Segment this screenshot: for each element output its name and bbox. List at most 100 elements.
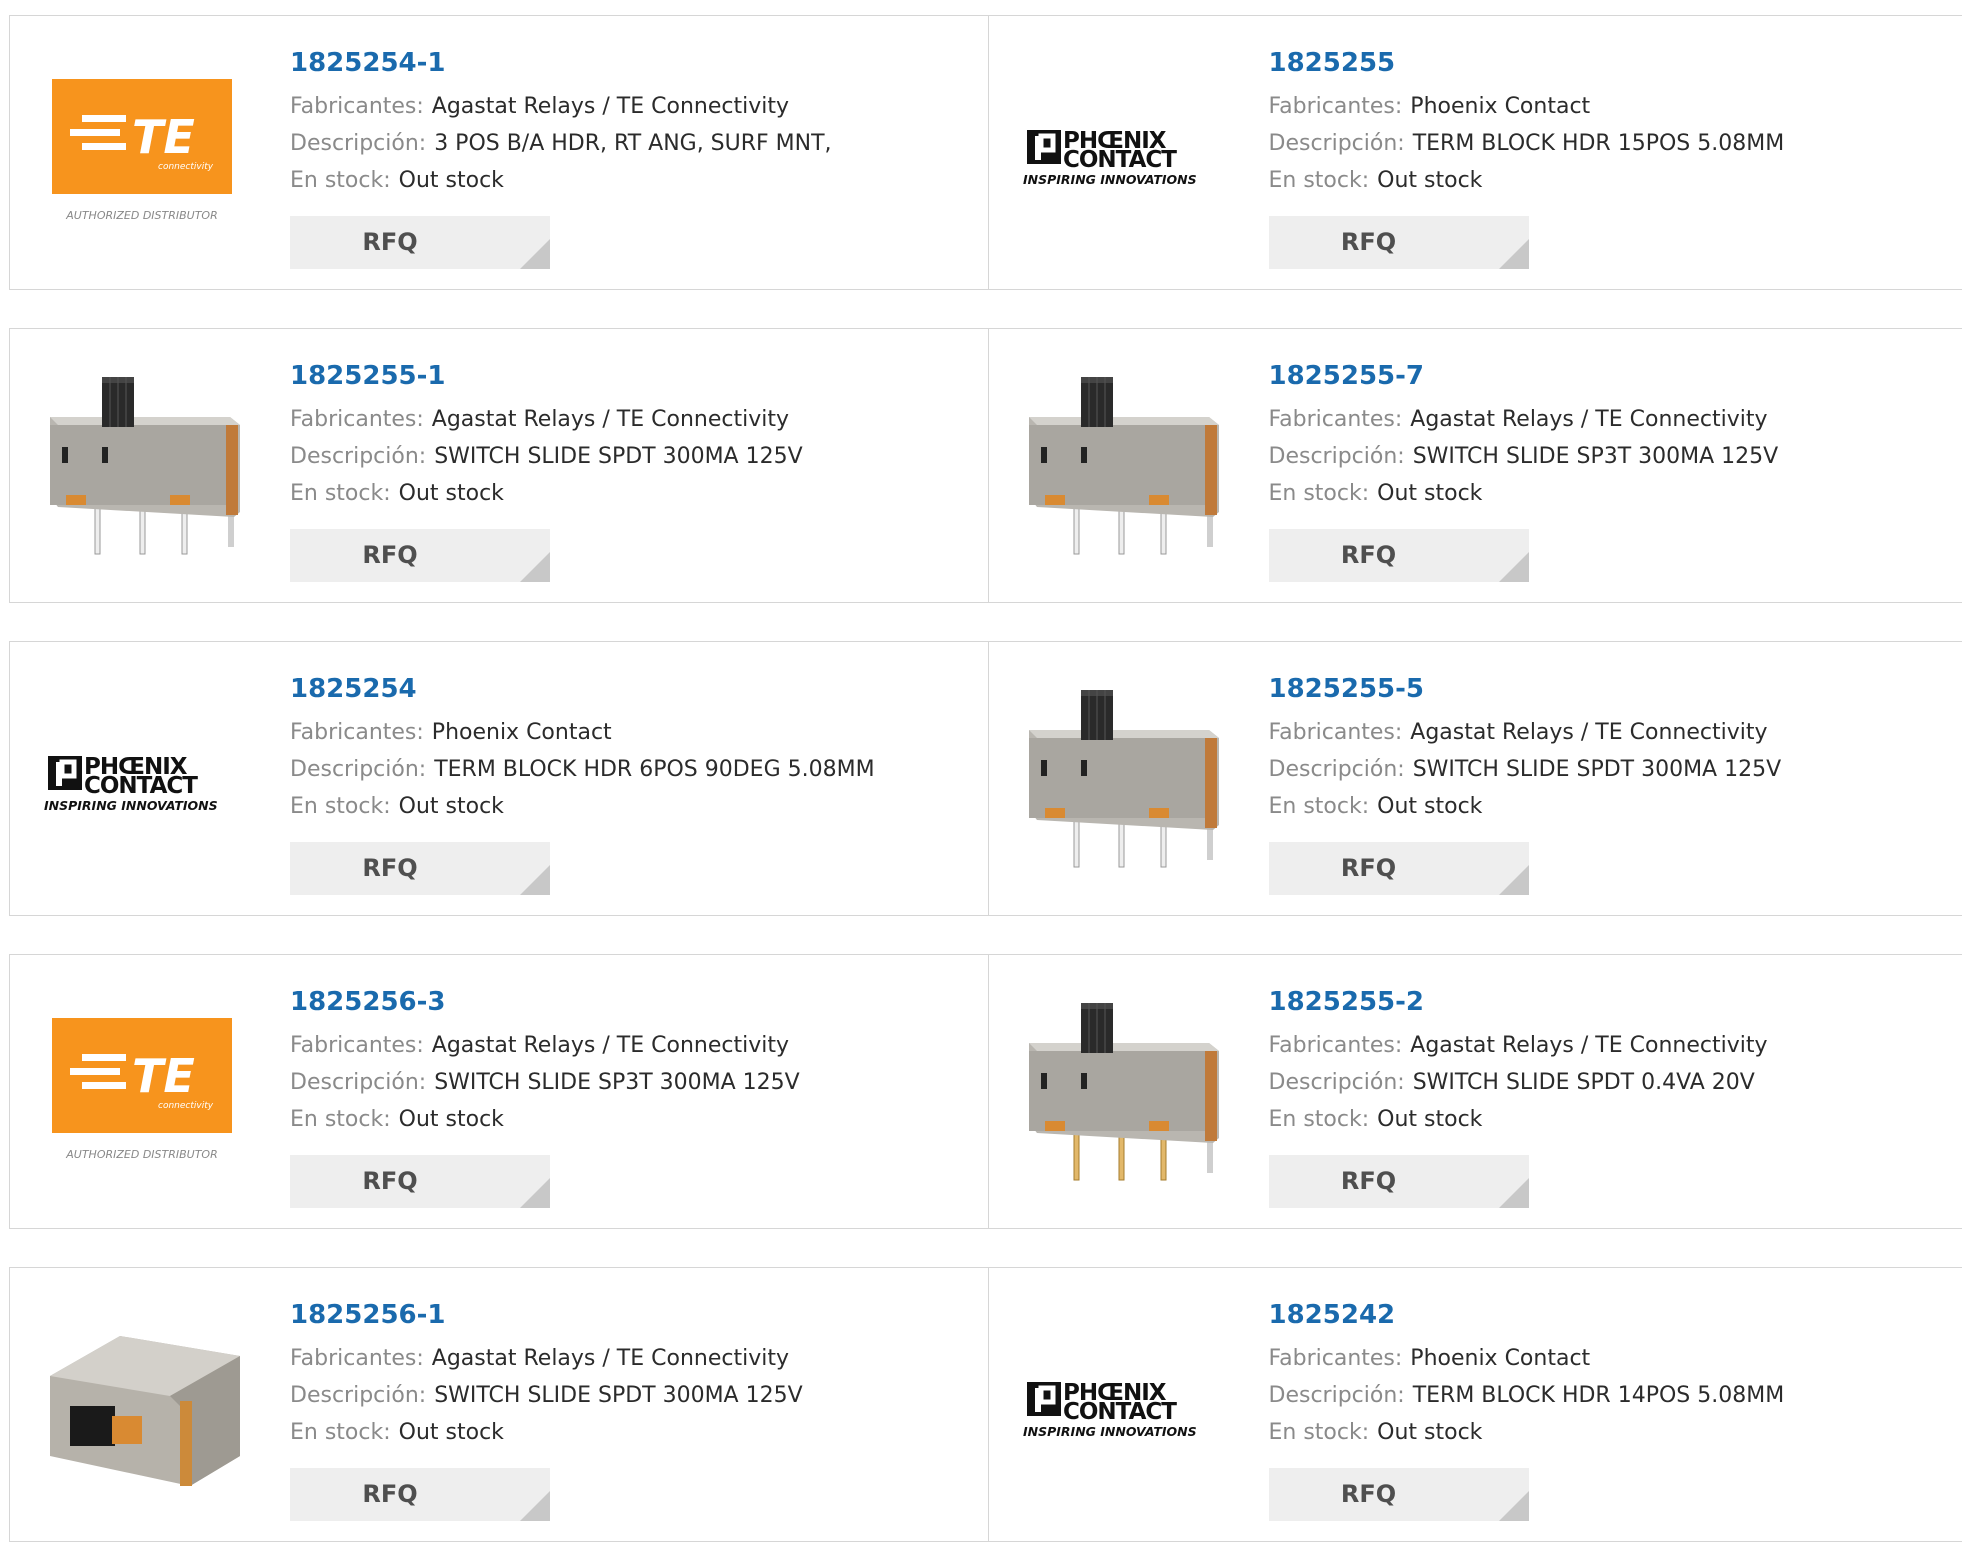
product-image[interactable]: [40, 367, 245, 567]
part-number-link[interactable]: 1825242: [1269, 1298, 1785, 1332]
te-connectivity-logo: TE connectivity AUTHORIZED DISTRIBUTOR: [52, 1018, 232, 1161]
stock-label: En stock:: [1268, 1420, 1370, 1445]
stock: En stock: Out stock: [290, 475, 803, 512]
part-number-link[interactable]: 1825256-3: [290, 985, 800, 1019]
product-info: 1825242 Fabricantes: Phoenix Contact Descri…: [1269, 1298, 1785, 1451]
manufacturer-value: Agastat Relays / TE Connectivity: [431, 94, 789, 119]
description: Descripción: SWITCH SLIDE SPDT 0.4VA 20V: [1269, 1064, 1768, 1101]
rfq-button[interactable]: RFQ: [1268, 1468, 1529, 1521]
slide-switch-photo: [1028, 377, 1219, 555]
manufacturer-value: Agastat Relays / TE Connectivity: [1410, 407, 1768, 432]
product-image[interactable]: PHŒNIX CONTACT INSPIRING INNOVATIONS: [1019, 1306, 1224, 1506]
part-number-link[interactable]: 1825254-1: [290, 46, 832, 80]
product-row: 1825255-1 Fabricantes: Agastat Relays / TE…: [9, 328, 1962, 603]
product-image[interactable]: [1019, 680, 1224, 880]
description-label: Descripción:: [1268, 131, 1405, 156]
manufacturer-label: Fabricantes:: [1268, 720, 1403, 745]
product-image[interactable]: TE connectivity AUTHORIZED DISTRIBUTOR: [40, 54, 245, 254]
stock-label: En stock:: [1268, 794, 1370, 819]
product-image[interactable]: PHŒNIX CONTACT INSPIRING INNOVATIONS: [1019, 54, 1224, 254]
description: Descripción: SWITCH SLIDE SPDT 300MA 125V: [1269, 751, 1782, 788]
phoenix-contact-logo: PHŒNIX CONTACT INSPIRING INNOVATIONS: [44, 754, 218, 813]
description-value: SWITCH SLIDE SP3T 300MA 125V: [434, 1070, 800, 1095]
description-label: Descripción:: [290, 1383, 427, 1408]
product-info: 1825256-3 Fabricantes: Agastat Relays / TE…: [290, 985, 800, 1138]
rfq-button[interactable]: RFQ: [290, 529, 550, 582]
description-label: Descripción:: [290, 1070, 427, 1095]
product-card: PHŒNIX CONTACT INSPIRING INNOVATIONS 182…: [987, 16, 1962, 289]
product-image[interactable]: [1019, 993, 1224, 1193]
stock-label: En stock:: [1268, 481, 1370, 506]
rfq-button[interactable]: RFQ: [1268, 216, 1529, 269]
stock-value: Out stock: [398, 1420, 504, 1445]
manufacturer-label: Fabricantes:: [290, 1346, 424, 1371]
stock-value: Out stock: [398, 794, 504, 819]
manufacturer-label: Fabricantes:: [1268, 407, 1403, 432]
rfq-button[interactable]: RFQ: [1268, 529, 1529, 582]
rfq-button[interactable]: RFQ: [1268, 1155, 1529, 1208]
product-card: 1825255-5 Fabricantes: Agastat Relays / TE…: [987, 642, 1962, 915]
part-number-link[interactable]: 1825255-2: [1269, 985, 1768, 1019]
rfq-button[interactable]: RFQ: [290, 1468, 550, 1521]
svg-text:INSPIRING INNOVATIONS: INSPIRING INNOVATIONS: [1023, 1424, 1197, 1439]
part-number-link[interactable]: 1825254: [290, 672, 875, 706]
stock: En stock: Out stock: [1269, 475, 1779, 512]
part-number-link[interactable]: 1825255: [1269, 46, 1785, 80]
product-card: 1825255-1 Fabricantes: Agastat Relays / TE…: [10, 329, 988, 602]
stock-value: Out stock: [1377, 168, 1483, 193]
stock-label: En stock:: [1268, 168, 1370, 193]
svg-text:connectivity: connectivity: [158, 1101, 214, 1111]
stock-label: En stock:: [290, 1107, 391, 1132]
svg-text:CONTACT: CONTACT: [1063, 1399, 1177, 1425]
rfq-button[interactable]: RFQ: [290, 1155, 550, 1208]
rfq-button[interactable]: RFQ: [290, 216, 550, 269]
rfq-button[interactable]: RFQ: [290, 842, 550, 895]
manufacturer-value: Agastat Relays / TE Connectivity: [431, 1346, 789, 1371]
rfq-button-label: RFQ: [1340, 541, 1397, 569]
rfq-button-label: RFQ: [1340, 1167, 1397, 1195]
part-number-link[interactable]: 1825255-5: [1269, 672, 1782, 706]
description-value: SWITCH SLIDE SPDT 0.4VA 20V: [1412, 1070, 1755, 1095]
product-card: PHŒNIX CONTACT INSPIRING INNOVATIONS 182…: [987, 1268, 1962, 1541]
product-image[interactable]: PHŒNIX CONTACT INSPIRING INNOVATIONS: [40, 680, 245, 880]
manufacturer-value: Phoenix Contact: [1410, 1346, 1591, 1371]
manufacturer-label: Fabricantes:: [290, 407, 424, 432]
stock: En stock: Out stock: [290, 1101, 800, 1138]
slide-switch-side-photo: [50, 1336, 240, 1486]
rfq-button-label: RFQ: [1340, 1480, 1397, 1508]
product-card: PHŒNIX CONTACT INSPIRING INNOVATIONS 182…: [10, 642, 988, 915]
part-number-link[interactable]: 1825255-1: [290, 359, 803, 393]
manufacturer: Fabricantes: Agastat Relays / TE Connecti…: [290, 1340, 803, 1377]
product-image[interactable]: TE connectivity AUTHORIZED DISTRIBUTOR: [40, 993, 245, 1193]
manufacturer: Fabricantes: Agastat Relays / TE Connecti…: [290, 401, 803, 438]
description-label: Descripción:: [1268, 1070, 1405, 1095]
product-info: 1825254 Fabricantes: Phoenix Contact Descri…: [290, 672, 875, 825]
manufacturer-value: Phoenix Contact: [431, 720, 612, 745]
stock-label: En stock:: [290, 1420, 391, 1445]
rfq-button[interactable]: RFQ: [1268, 842, 1529, 895]
stock: En stock: Out stock: [1269, 1101, 1768, 1138]
part-number-link[interactable]: 1825255-7: [1269, 359, 1779, 393]
description: Descripción: SWITCH SLIDE SP3T 300MA 125V: [1269, 438, 1779, 475]
manufacturer: Fabricantes: Phoenix Contact: [290, 714, 875, 751]
product-image[interactable]: [1019, 367, 1224, 567]
description-label: Descripción:: [1268, 1383, 1405, 1408]
manufacturer: Fabricantes: Phoenix Contact: [1269, 1340, 1785, 1377]
stock-label: En stock:: [290, 481, 391, 506]
stock-value: Out stock: [1377, 481, 1483, 506]
te-connectivity-logo: TE connectivity AUTHORIZED DISTRIBUTOR: [52, 79, 232, 222]
stock: En stock: Out stock: [290, 162, 832, 199]
product-row: 1825256-1 Fabricantes: Agastat Relays / TE…: [9, 1267, 1962, 1542]
svg-text:connectivity: connectivity: [158, 162, 214, 172]
part-number-link[interactable]: 1825256-1: [290, 1298, 803, 1332]
product-image[interactable]: [40, 1306, 245, 1506]
product-info: 1825255-7 Fabricantes: Agastat Relays / TE…: [1269, 359, 1779, 512]
manufacturer-value: Agastat Relays / TE Connectivity: [431, 407, 789, 432]
manufacturer: Fabricantes: Agastat Relays / TE Connecti…: [290, 88, 832, 125]
svg-text:TE: TE: [132, 110, 195, 164]
rfq-button-label: RFQ: [1340, 854, 1397, 882]
description-value: 3 POS B/A HDR, RT ANG, SURF MNT,: [434, 131, 832, 156]
rfq-button-label: RFQ: [362, 228, 418, 256]
manufacturer-label: Fabricantes:: [1268, 94, 1403, 119]
svg-text:INSPIRING INNOVATIONS: INSPIRING INNOVATIONS: [1023, 172, 1197, 187]
